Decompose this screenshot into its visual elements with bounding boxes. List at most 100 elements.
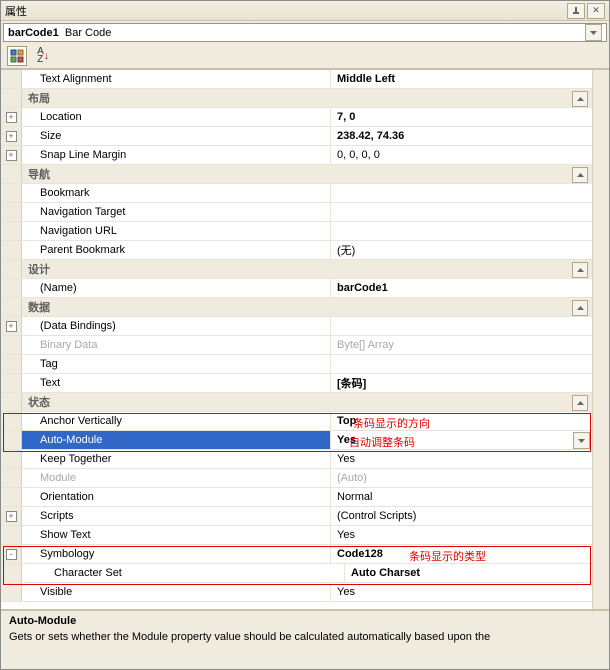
category-header[interactable]: 状态 <box>1 393 592 412</box>
property-value[interactable]: (无) <box>331 241 592 259</box>
expand-gutter <box>1 488 22 506</box>
category-header[interactable]: 数据 <box>1 298 592 317</box>
expand-gutter <box>1 279 22 297</box>
property-value[interactable]: Byte[] Array <box>331 336 592 354</box>
property-row[interactable]: Navigation URL <box>1 222 592 241</box>
property-row[interactable]: Anchor VerticallyTop <box>1 412 592 431</box>
property-value[interactable]: (Control Scripts) <box>331 507 592 525</box>
expand-icon[interactable]: + <box>6 511 17 522</box>
property-name: (Data Bindings) <box>22 317 331 335</box>
expand-gutter <box>1 583 22 601</box>
expand-gutter[interactable]: - <box>1 545 22 563</box>
property-row[interactable]: Auto-ModuleYes <box>1 431 592 450</box>
property-row[interactable]: (Name)barCode1 <box>1 279 592 298</box>
property-name: Location <box>22 108 331 126</box>
expand-icon[interactable]: + <box>6 131 17 142</box>
property-value <box>318 393 592 411</box>
collapse-icon[interactable]: - <box>6 549 17 560</box>
property-name: Show Text <box>22 526 331 544</box>
property-row[interactable]: Tag <box>1 355 592 374</box>
property-name: (Name) <box>22 279 331 297</box>
property-value[interactable]: 7, 0 <box>331 108 592 126</box>
property-row[interactable]: VisibleYes <box>1 583 592 602</box>
property-value[interactable]: [条码] <box>331 374 592 392</box>
property-row[interactable]: Show TextYes <box>1 526 592 545</box>
expand-gutter[interactable]: + <box>1 507 22 525</box>
expand-gutter <box>1 526 22 544</box>
expand-icon[interactable]: + <box>6 321 17 332</box>
property-name: 导航 <box>22 165 318 183</box>
expand-gutter[interactable]: + <box>1 146 22 164</box>
property-row[interactable]: + Location7, 0 <box>1 108 592 127</box>
property-row[interactable]: Text[条码] <box>1 374 592 393</box>
property-value[interactable] <box>331 355 592 373</box>
property-name: Tag <box>22 355 331 373</box>
expand-gutter <box>1 260 22 278</box>
property-row[interactable]: Binary DataByte[] Array <box>1 336 592 355</box>
property-row[interactable]: +Scripts(Control Scripts) <box>1 507 592 526</box>
property-value[interactable]: Yes <box>331 526 592 544</box>
expand-gutter[interactable]: + <box>1 317 22 335</box>
category-header[interactable]: 布局 <box>1 89 592 108</box>
property-value[interactable]: Yes <box>331 583 592 601</box>
property-name: 布局 <box>22 89 318 107</box>
property-row[interactable]: Module(Auto) <box>1 469 592 488</box>
description-text: Gets or sets whether the Module property… <box>9 631 601 643</box>
category-collapse-button[interactable] <box>572 395 588 411</box>
property-value[interactable]: Middle Left <box>331 70 592 88</box>
property-value[interactable]: Yes <box>331 450 592 468</box>
property-value[interactable]: 238.42, 74.36 <box>331 127 592 145</box>
property-row[interactable]: OrientationNormal <box>1 488 592 507</box>
object-selector[interactable]: barCode1 Bar Code <box>3 23 607 42</box>
expand-gutter <box>1 374 22 392</box>
property-value[interactable] <box>331 317 592 335</box>
category-header[interactable]: 设计 <box>1 260 592 279</box>
value-dropdown-button[interactable] <box>573 432 590 449</box>
object-dropdown-button[interactable] <box>585 24 602 41</box>
property-value[interactable]: barCode1 <box>331 279 592 297</box>
property-value[interactable]: 0, 0, 0, 0 <box>331 146 592 164</box>
category-collapse-button[interactable] <box>572 91 588 107</box>
property-value <box>318 260 592 278</box>
pin-button[interactable] <box>567 3 585 19</box>
window-title: 属性 <box>5 3 27 19</box>
property-row[interactable]: Character SetAuto Charset <box>1 564 592 583</box>
property-value[interactable]: Normal <box>331 488 592 506</box>
property-value[interactable] <box>331 203 592 221</box>
property-name: Parent Bookmark <box>22 241 331 259</box>
property-row[interactable]: +Snap Line Margin0, 0, 0, 0 <box>1 146 592 165</box>
vertical-scrollbar[interactable] <box>592 70 609 609</box>
property-row[interactable]: -SymbologyCode128 <box>1 545 592 564</box>
titlebar[interactable]: 属性 ✕ <box>1 1 609 21</box>
close-button[interactable]: ✕ <box>587 3 605 19</box>
expand-gutter <box>1 393 22 411</box>
alphabetical-view-button[interactable]: AZ↓ <box>33 46 53 66</box>
categorized-view-button[interactable] <box>7 46 27 66</box>
expand-icon[interactable]: + <box>6 150 17 161</box>
property-row[interactable]: Navigation Target <box>1 203 592 222</box>
property-value <box>318 89 592 107</box>
property-row[interactable]: + (Data Bindings) <box>1 317 592 336</box>
property-row[interactable]: Parent Bookmark(无) <box>1 241 592 260</box>
expand-gutter[interactable]: + <box>1 108 22 126</box>
property-row[interactable]: +Size238.42, 74.36 <box>1 127 592 146</box>
property-row[interactable]: Keep TogetherYes <box>1 450 592 469</box>
expand-gutter <box>1 241 22 259</box>
property-row[interactable]: Bookmark <box>1 184 592 203</box>
property-row[interactable]: Text AlignmentMiddle Left <box>1 70 592 89</box>
property-name: Text <box>22 374 331 392</box>
category-collapse-button[interactable] <box>572 300 588 316</box>
expand-icon[interactable]: + <box>6 112 17 123</box>
property-value[interactable]: Auto Charset <box>345 564 592 582</box>
category-collapse-button[interactable] <box>572 262 588 278</box>
property-value[interactable]: (Auto) <box>331 469 592 487</box>
property-name: Module <box>22 469 331 487</box>
category-header[interactable]: 导航 <box>1 165 592 184</box>
property-value[interactable] <box>331 222 592 240</box>
expand-gutter <box>1 184 22 202</box>
category-collapse-button[interactable] <box>572 167 588 183</box>
expand-gutter[interactable]: + <box>1 127 22 145</box>
property-value[interactable] <box>331 184 592 202</box>
property-grid[interactable]: Text AlignmentMiddle Left布局 + Location7, 0… <box>1 70 592 609</box>
expand-gutter <box>1 298 22 316</box>
